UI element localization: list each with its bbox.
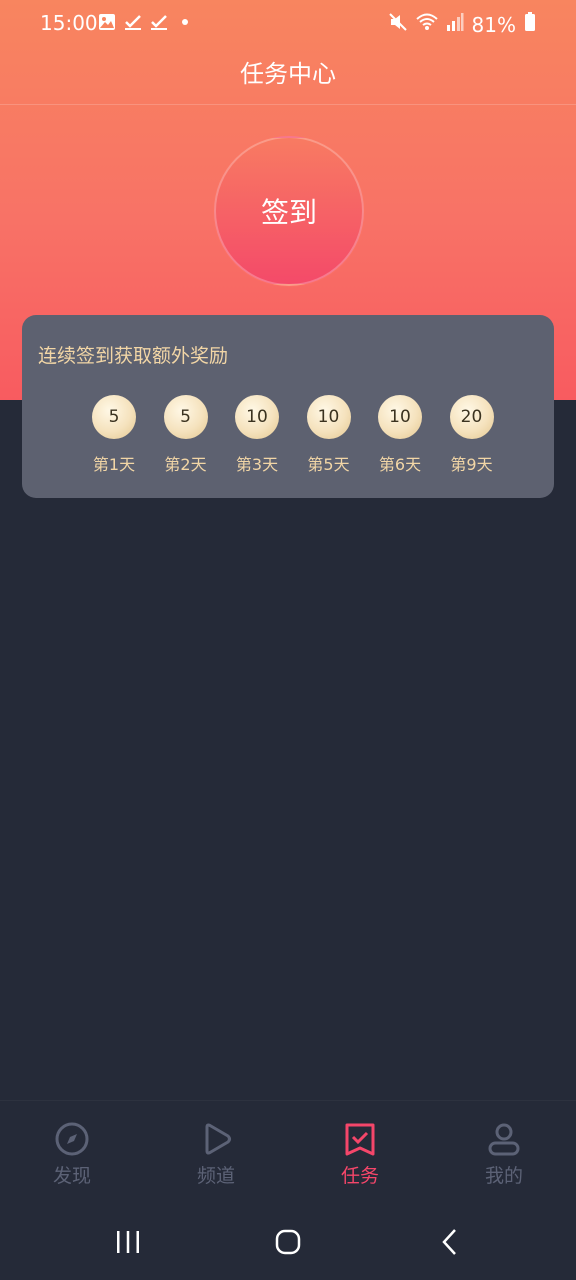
reward-item: 5 第2天 — [156, 395, 216, 475]
user-icon — [486, 1121, 522, 1162]
reward-item: 10 第6天 — [370, 395, 430, 475]
page-title: 任务中心 — [240, 60, 336, 88]
reward-coin: 10 — [306, 395, 351, 439]
reward-coin: 5 — [163, 395, 208, 439]
reward-item: 10 第3天 — [227, 395, 287, 475]
streak-heading: 连续签到获取额外奖励 — [38, 345, 229, 367]
tab-tasks[interactable]: 任务 — [310, 1123, 410, 1188]
reward-coin: 20 — [449, 395, 494, 439]
tab-label: 任务 — [340, 1165, 379, 1187]
recent-apps-icon — [114, 1229, 142, 1259]
image-icon — [98, 12, 116, 36]
check-icon — [150, 12, 168, 36]
streak-reward-card: 连续签到获取额外奖励 5 第1天 5 第2天 10 第3天 10 第5天 10 … — [22, 315, 554, 498]
reward-day: 第5天 — [307, 455, 350, 474]
reward-day: 第1天 — [92, 455, 136, 474]
reward-item: 20 第9天 — [442, 395, 502, 475]
reward-coin: 5 — [92, 395, 136, 439]
system-navigation-bar — [0, 1208, 576, 1280]
back-icon — [438, 1228, 462, 1260]
check-icon — [124, 12, 142, 36]
status-time: 15:00 — [40, 11, 98, 35]
reward-day: 第6天 — [378, 455, 422, 474]
reward-coin: 10 — [235, 395, 279, 439]
play-icon — [198, 1121, 234, 1162]
back-button[interactable] — [430, 1226, 470, 1262]
tab-label: 我的 — [484, 1165, 523, 1187]
battery-label: 81% — [471, 12, 516, 37]
reward-item: 10 第5天 — [299, 395, 359, 475]
page-title-bar: 任务中心 — [0, 48, 576, 105]
home-icon — [274, 1228, 302, 1260]
bottom-tab-bar: 发现 频道 任务 我的 — [0, 1100, 576, 1201]
reward-day: 第2天 — [164, 455, 207, 474]
battery-icon — [524, 12, 536, 37]
compass-icon — [54, 1121, 90, 1162]
signal-icon — [446, 12, 464, 37]
dot-icon — [176, 12, 194, 36]
home-button[interactable] — [268, 1226, 308, 1262]
wifi-icon — [415, 12, 438, 37]
checkin-label: 签到 — [260, 196, 317, 229]
reward-list: 5 第1天 5 第2天 10 第3天 10 第5天 10 第6天 20 第9天 — [84, 395, 494, 475]
tab-discover[interactable]: 发现 — [22, 1121, 122, 1188]
checkin-button[interactable]: 签到 — [214, 136, 364, 286]
reward-day: 第9天 — [450, 455, 493, 474]
tab-label: 频道 — [196, 1165, 235, 1187]
task-check-icon — [342, 1121, 378, 1162]
reward-day: 第3天 — [235, 455, 279, 474]
tab-label: 发现 — [52, 1165, 91, 1187]
mute-icon — [388, 12, 408, 37]
tab-channels[interactable]: 频道 — [166, 1123, 266, 1188]
reward-coin: 10 — [378, 395, 422, 439]
status-bar: 15:00 81% — [0, 0, 576, 48]
reward-item: 5 第1天 — [84, 395, 144, 475]
recent-apps-button[interactable] — [108, 1226, 148, 1262]
tab-profile[interactable]: 我的 — [454, 1123, 554, 1188]
